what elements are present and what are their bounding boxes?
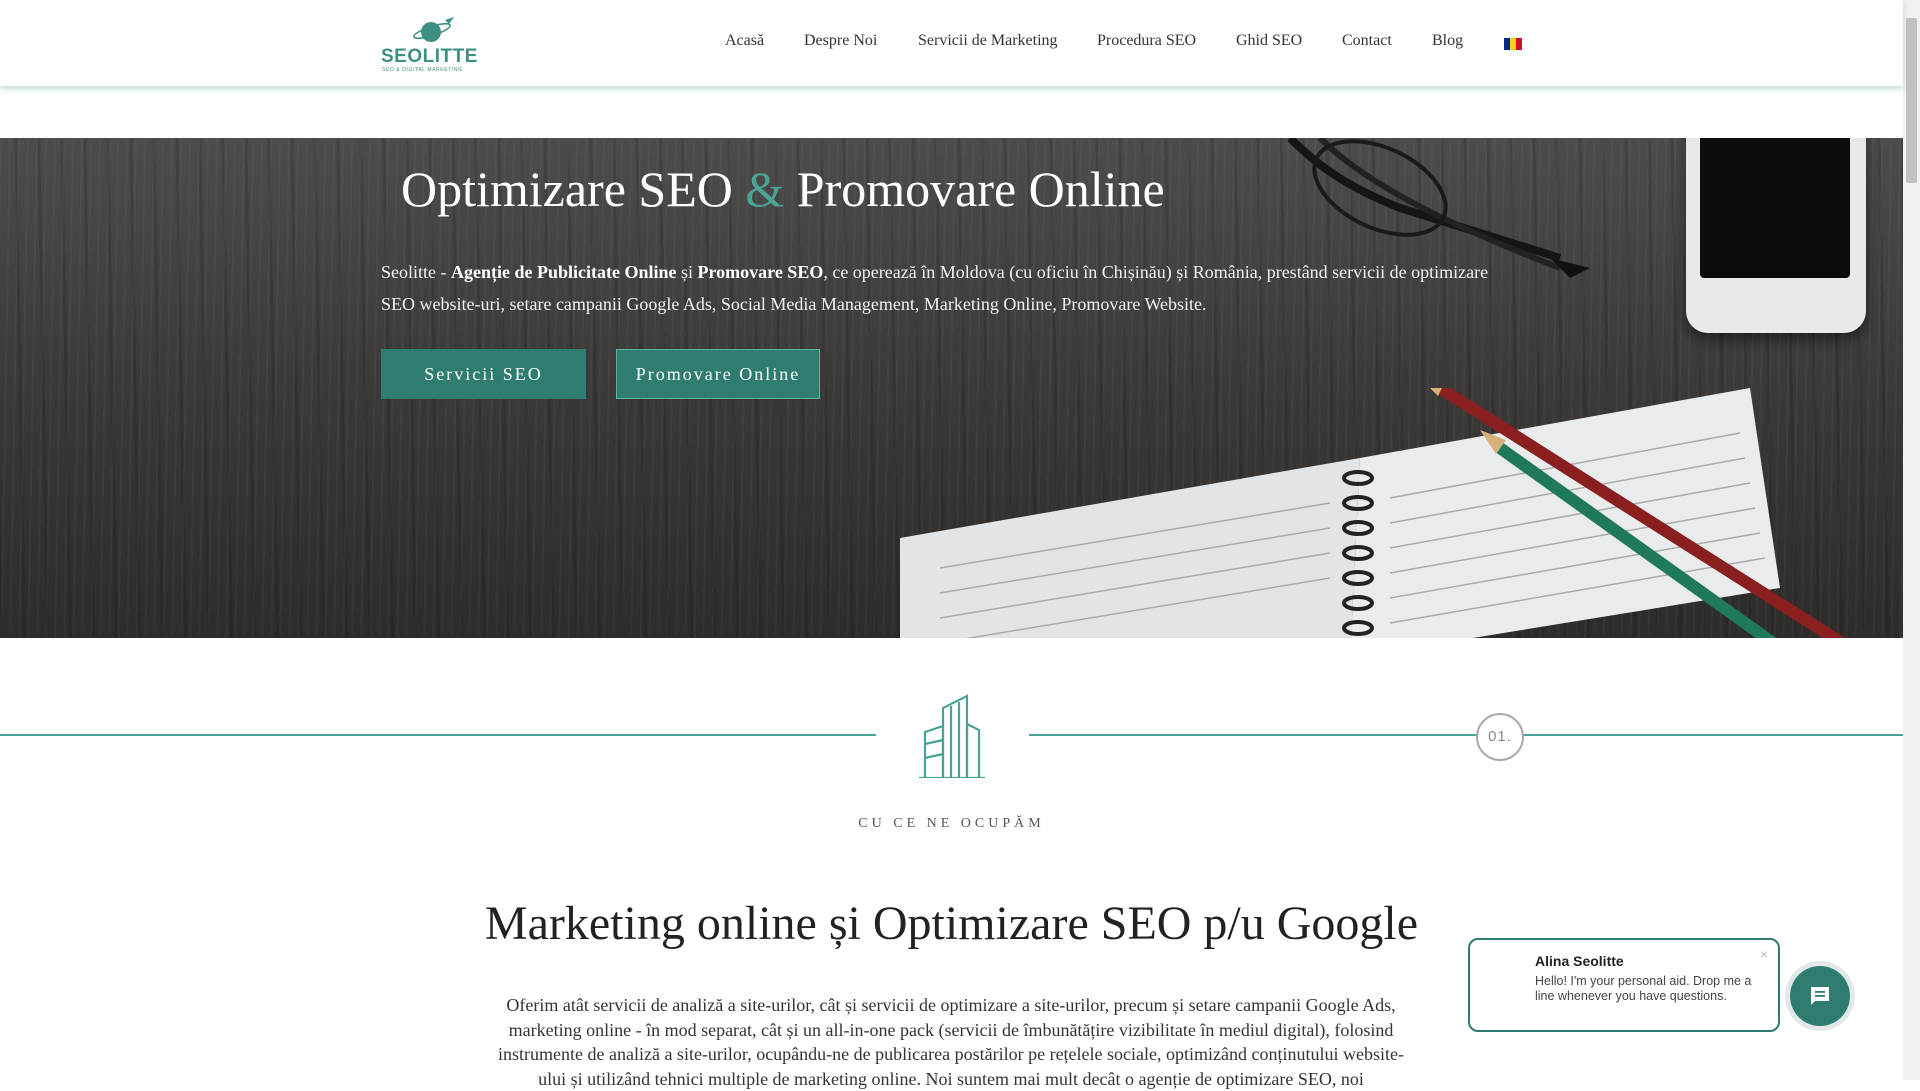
hero-text-intro: Seolitte - [381,262,451,282]
pencils-decoration [1430,388,1846,638]
section-label: CU CE NE OCUPĂM [858,816,1045,831]
phone-decoration [1686,138,1866,333]
hero-title-part1: Optimizare SEO [401,161,733,217]
section-divider-right [1029,734,1903,736]
chat-popup[interactable]: Alina Seolitte Hello! I'm your personal … [1468,938,1780,1032]
chat-message: Hello! I'm your personal aid. Drop me a … [1535,974,1752,1003]
promovare-online-button[interactable]: Promovare Online [616,349,820,399]
page-scrollbar[interactable] [1903,0,1920,1080]
site-header: SEOLITTE SEO & DIGITAL MARKETING Acasă D… [0,0,1903,86]
chat-icon [1811,987,1829,1005]
building-icon [919,694,985,778]
nav-item-blog[interactable]: Blog [1432,32,1463,50]
hero-description: Seolitte - Agenție de Publicitate Online… [381,256,1521,320]
nav-item-contact[interactable]: Contact [1342,32,1392,50]
hero-text-and: și [676,262,698,282]
hero-banner: Optimizare SEO & Promovare Online Seolit… [0,138,1903,638]
chat-agent-name: Alina Seolitte [1535,953,1624,969]
hero-text-agency: Agenție de Publicitate Online [451,262,677,282]
nav-item-despre-noi[interactable]: Despre Noi [804,32,877,50]
nav-item-ghid-seo[interactable]: Ghid SEO [1236,32,1302,50]
hero-title-ampersand: & [745,161,785,217]
close-icon[interactable]: × [1760,946,1768,962]
chat-open-button[interactable] [1790,966,1850,1026]
hero-title: Optimizare SEO & Promovare Online [401,160,1165,218]
logo-tagline: SEO & DIGITAL MARKETING [382,67,463,73]
nav-item-procedura-seo[interactable]: Procedura SEO [1097,32,1196,50]
section-text: Oferim atât servicii de analiză a site-u… [498,995,1404,1089]
planet-logo-icon [413,17,454,42]
hero-title-part2: Promovare Online [796,161,1165,217]
nav-item-servicii-marketing[interactable]: Servicii de Marketing [918,32,1058,50]
nav-item-acasa[interactable]: Acasă [725,32,764,50]
section-divider-left [0,734,876,736]
hero-text-seo: Promovare SEO [697,262,824,282]
romania-flag-icon[interactable] [1504,38,1522,50]
section-number-badge: 01. [1476,713,1524,761]
servicii-seo-button[interactable]: Servicii SEO [381,349,586,399]
site-logo[interactable]: SEOLITTE SEO & DIGITAL MARKETING [381,14,477,74]
logo-brand: SEOLITTE [381,46,478,67]
scrollbar-thumb[interactable] [1906,18,1917,183]
